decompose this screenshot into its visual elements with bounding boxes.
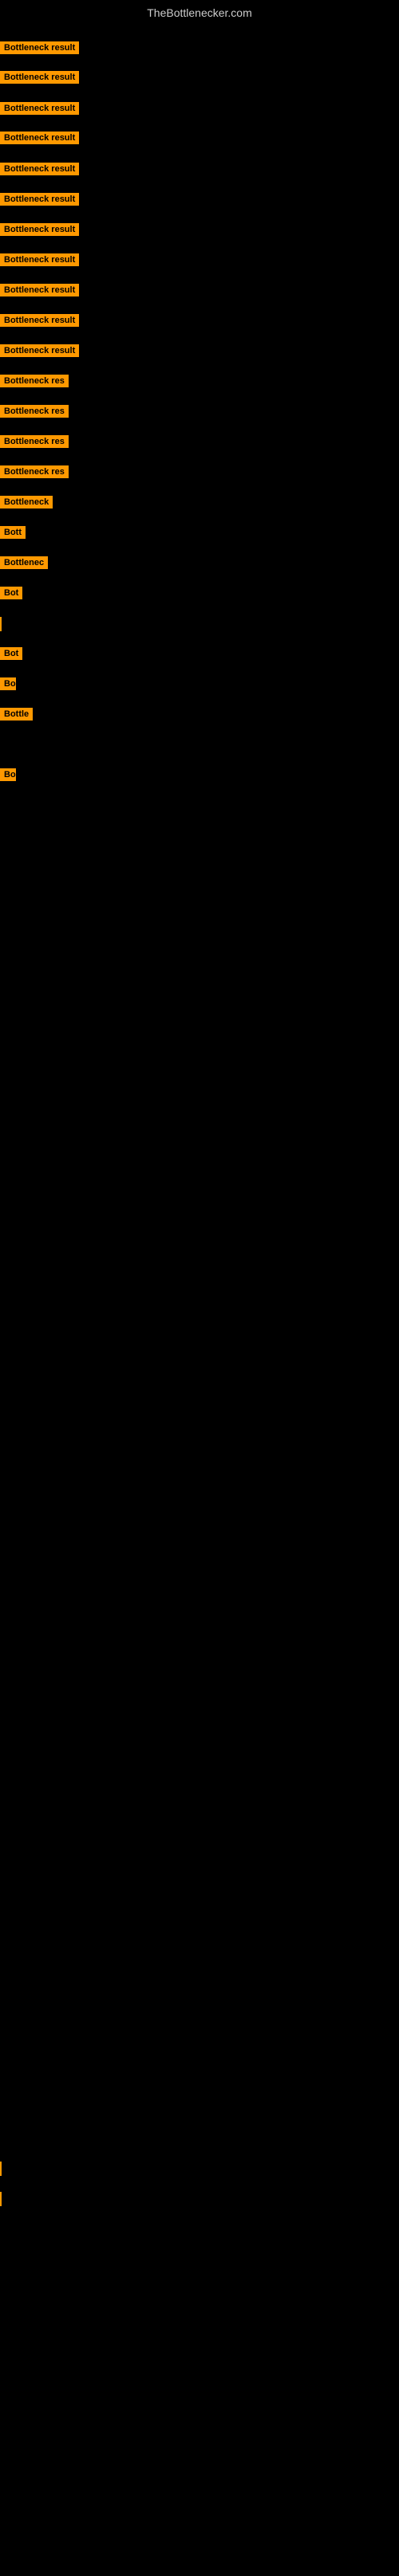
bottleneck-badge[interactable]: Bottleneck result: [0, 193, 79, 206]
bottleneck-badge[interactable]: Bottleneck result: [0, 132, 79, 144]
bottleneck-badge[interactable]: Bottleneck result: [0, 71, 79, 84]
site-title: TheBottlenecker.com: [0, 0, 399, 26]
left-border-indicator: [0, 2162, 2, 2176]
bottleneck-badge[interactable]: Bottleneck result: [0, 314, 79, 327]
bottleneck-badge[interactable]: Bottleneck result: [0, 284, 79, 296]
bottleneck-badge[interactable]: Bottleneck result: [0, 41, 79, 54]
bottleneck-badge[interactable]: Bottleneck result: [0, 344, 79, 357]
bottleneck-badge[interactable]: Bo: [0, 768, 16, 781]
bottleneck-badge[interactable]: Bottle: [0, 708, 33, 721]
bottleneck-badge[interactable]: Bottleneck result: [0, 223, 79, 236]
bottleneck-badge[interactable]: Bo: [0, 677, 16, 690]
bottleneck-badge[interactable]: Bott: [0, 526, 26, 539]
bottleneck-badge[interactable]: Bottleneck result: [0, 102, 79, 115]
left-border-indicator: [0, 2192, 2, 2206]
bottleneck-badge[interactable]: Bottleneck res: [0, 465, 69, 478]
bottleneck-badge[interactable]: Bottleneck res: [0, 435, 69, 448]
bottleneck-badge[interactable]: Bottleneck res: [0, 405, 69, 418]
bottleneck-badge[interactable]: Bottleneck res: [0, 375, 69, 387]
left-border-indicator: [0, 617, 2, 631]
bottleneck-badge[interactable]: Bottleneck: [0, 496, 53, 509]
bottleneck-badge[interactable]: Bot: [0, 587, 22, 599]
bottleneck-badge[interactable]: Bottlenec: [0, 556, 48, 569]
bottleneck-badge[interactable]: Bottleneck result: [0, 253, 79, 266]
bottleneck-badge[interactable]: Bottleneck result: [0, 163, 79, 175]
bottleneck-badge[interactable]: Bot: [0, 647, 22, 660]
